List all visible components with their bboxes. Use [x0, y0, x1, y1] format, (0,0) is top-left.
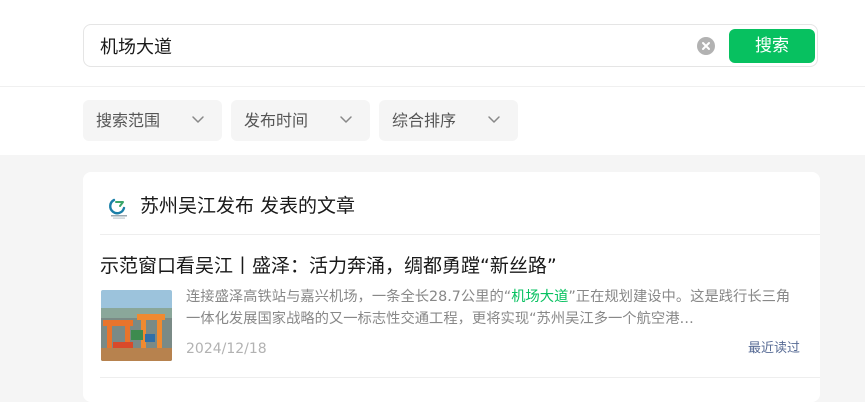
- chevron-down-icon: [488, 116, 500, 123]
- search-input[interactable]: [100, 34, 680, 58]
- filter-publish-time[interactable]: 发布时间: [231, 100, 370, 141]
- recently-read-tag: 最近读过: [748, 341, 801, 356]
- account-title[interactable]: 苏州吴江发布 发表的文章: [140, 193, 355, 219]
- article-snippet: 连接盛泽高铁站与嘉兴机场，一条全长28.7公里的“机场大道”正在规划建设中。这是…: [186, 286, 804, 330]
- header-divider: [0, 86, 865, 87]
- chevron-down-icon: [340, 116, 352, 123]
- filter-label: 搜索范围: [96, 111, 161, 130]
- search-box: 搜索: [83, 24, 818, 67]
- snippet-highlight: 机场大道: [511, 289, 569, 305]
- article-thumbnail-image: [101, 290, 172, 361]
- filter-sort-order[interactable]: 综合排序: [379, 100, 518, 141]
- clear-icon[interactable]: [697, 37, 715, 55]
- article-date: 2024/12/18: [186, 341, 267, 357]
- filter-search-scope[interactable]: 搜索范围: [83, 100, 222, 141]
- snippet-text: 连接盛泽高铁站与嘉兴机场，一条全长28.7公里的“: [186, 289, 512, 305]
- account-result-card: 苏州吴江发布 发表的文章 示范窗口看吴江丨盛泽：活力奔涌，绸都勇蹚“新丝路” 连…: [83, 172, 820, 402]
- card-divider: [100, 234, 820, 235]
- chevron-down-icon: [192, 116, 204, 123]
- article-thumbnail[interactable]: [101, 290, 172, 361]
- filter-label: 综合排序: [392, 111, 457, 130]
- article-divider: [100, 377, 820, 378]
- search-header: 搜索 搜索范围 发布时间 综合排序: [0, 0, 865, 155]
- wujiang-logo-icon[interactable]: [105, 192, 133, 220]
- filter-label: 发布时间: [244, 111, 309, 130]
- search-button[interactable]: 搜索: [729, 29, 815, 63]
- article-title[interactable]: 示范窗口看吴江丨盛泽：活力奔涌，绸都勇蹚“新丝路”: [100, 253, 557, 280]
